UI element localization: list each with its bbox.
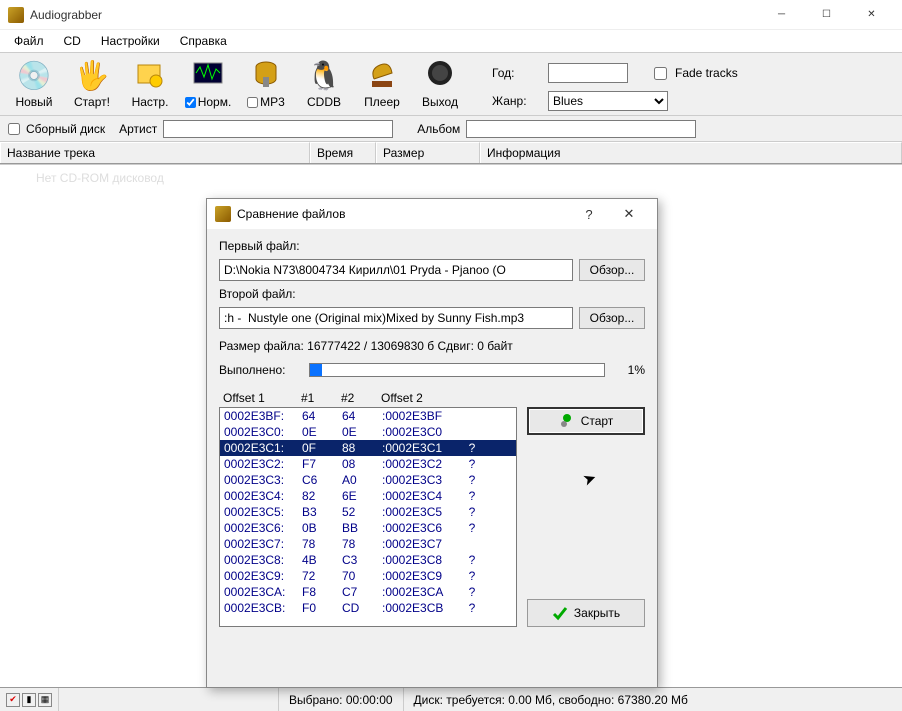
toolbar-player[interactable]: Плеер [356, 57, 408, 109]
hex-row[interactable]: 0002E3CA:F8C7:0002E3CA? [220, 584, 516, 600]
toolbar-norm-label: Норм. [198, 95, 232, 109]
hex-row[interactable]: 0002E3C2:F708:0002E3C2? [220, 456, 516, 472]
status-bar: ✔ ▮ ▦ Выбрано: 00:00:00 Диск: требуется:… [0, 687, 902, 711]
status-icon-3[interactable]: ▦ [38, 693, 52, 707]
artist-input[interactable] [163, 120, 393, 138]
compress-icon [248, 57, 284, 93]
fade-checkbox[interactable] [654, 67, 667, 80]
genre-select[interactable]: Blues [548, 91, 668, 111]
gear-icon [132, 57, 168, 93]
dialog-app-icon [215, 206, 231, 222]
window-title: Audiograbber [30, 8, 102, 22]
hex-row[interactable]: 0002E3C5:B352:0002E3C5? [220, 504, 516, 520]
fade-label: Fade tracks [675, 66, 738, 80]
toolbar-cddb-label: CDDB [307, 95, 341, 109]
dialog-titlebar[interactable]: Сравнение файлов ? ✕ [207, 199, 657, 229]
dialog-title: Сравнение файлов [237, 207, 345, 221]
status-disk: Диск: требуется: 0.00 Мб, свободно: 6738… [403, 688, 902, 711]
hex-row[interactable]: 0002E3C6:0BBB:0002E3C6? [220, 520, 516, 536]
no-cdrom-message: Нет CD-ROM дисковод [6, 167, 896, 189]
filter-row: Сборный диск Артист Альбом [0, 116, 902, 142]
dialog-close-button[interactable]: ✕ [609, 206, 649, 222]
gramophone-icon [364, 57, 400, 93]
exit-icon [422, 57, 458, 93]
toolbar-settings-label: Настр. [132, 95, 169, 109]
column-size[interactable]: Размер [376, 142, 480, 163]
hex-row[interactable]: 0002E3C4:826E:0002E3C4? [220, 488, 516, 504]
grab-icon: 🖐️ [74, 57, 110, 93]
toolbar-new[interactable]: 💿 Новый [8, 57, 60, 109]
maximize-button[interactable]: ☐ [804, 0, 849, 30]
hex-row[interactable]: 0002E3C1:0F88:0002E3C1? [220, 440, 516, 456]
hex-header: Offset 1 #1 #2 Offset 2 [219, 389, 517, 407]
hex-compare-list[interactable]: 0002E3BF:6464:0002E3BF0002E3C0:0E0E:0002… [219, 407, 517, 627]
menu-bar: Файл CD Настройки Справка [0, 30, 902, 52]
genre-label: Жанр: [492, 94, 540, 108]
status-icon-1[interactable]: ✔ [6, 693, 20, 707]
toolbar-mp3[interactable]: MP3 [240, 57, 292, 109]
file1-input[interactable] [219, 259, 573, 281]
toolbar-extras: Год: Fade tracks Жанр: Blues [492, 57, 738, 111]
progress-label: Выполнено: [219, 363, 299, 377]
start-icon [559, 413, 575, 429]
toolbar-new-label: Новый [15, 95, 52, 109]
menu-cd[interactable]: CD [54, 32, 91, 50]
compare-close-button[interactable]: Закрыть [527, 599, 645, 627]
toolbar-norm[interactable]: Норм. [182, 57, 234, 109]
file2-label: Второй файл: [219, 287, 645, 301]
hex-row[interactable]: 0002E3C3:C6A0:0002E3C3? [220, 472, 516, 488]
hex-row[interactable]: 0002E3C0:0E0E:0002E3C0 [220, 424, 516, 440]
file2-input[interactable] [219, 307, 573, 329]
penguin-icon: 🐧 [306, 57, 342, 93]
minimize-button[interactable]: ─ [759, 0, 804, 30]
app-icon [8, 7, 24, 23]
toolbar-settings[interactable]: Настр. [124, 57, 176, 109]
compilation-label: Сборный диск [26, 122, 105, 136]
hex-row[interactable]: 0002E3C7:7878:0002E3C7 [220, 536, 516, 552]
size-info: Размер файла: 16777422 / 13069830 б Сдви… [219, 335, 645, 357]
file2-browse-button[interactable]: Обзор... [579, 307, 645, 329]
album-input[interactable] [466, 120, 696, 138]
dialog-help-button[interactable]: ? [569, 207, 609, 222]
hex-row[interactable]: 0002E3BF:6464:0002E3BF [220, 408, 516, 424]
checkmark-icon [552, 605, 568, 621]
menu-settings[interactable]: Настройки [91, 32, 170, 50]
column-info[interactable]: Информация [480, 142, 902, 163]
album-label: Альбом [417, 122, 460, 136]
toolbar-cddb[interactable]: 🐧 CDDB [298, 57, 350, 109]
waveform-icon [190, 57, 226, 93]
status-selected: Выбрано: 00:00:00 [278, 688, 403, 711]
toolbar-start-label: Старт! [74, 95, 110, 109]
status-icon-2[interactable]: ▮ [22, 693, 36, 707]
window-titlebar: Audiograbber ─ ☐ ✕ [0, 0, 902, 30]
progress-percent: 1% [615, 363, 645, 377]
compare-start-button[interactable]: Старт [527, 407, 645, 435]
menu-file[interactable]: Файл [4, 32, 54, 50]
year-label: Год: [492, 66, 540, 80]
year-input[interactable] [548, 63, 628, 83]
toolbar-player-label: Плеер [364, 95, 400, 109]
mp3-checkbox[interactable] [247, 97, 258, 108]
menu-help[interactable]: Справка [170, 32, 237, 50]
track-list-header: Название трека Время Размер Информация [0, 142, 902, 164]
cd-icon: 💿 [16, 57, 52, 93]
toolbar-start[interactable]: 🖐️ Старт! [66, 57, 118, 109]
compilation-checkbox[interactable] [8, 123, 20, 135]
toolbar-mp3-label: MP3 [260, 95, 285, 109]
toolbar: 💿 Новый 🖐️ Старт! Настр. Норм. MP3 🐧 CDD… [0, 52, 902, 116]
hex-row[interactable]: 0002E3C9:7270:0002E3C9? [220, 568, 516, 584]
toolbar-exit[interactable]: Выход [414, 57, 466, 109]
hex-row[interactable]: 0002E3CB:F0CD:0002E3CB? [220, 600, 516, 616]
hex-row[interactable]: 0002E3C8:4BC3:0002E3C8? [220, 552, 516, 568]
file1-browse-button[interactable]: Обзор... [579, 259, 645, 281]
artist-label: Артист [119, 122, 157, 136]
close-button[interactable]: ✕ [849, 0, 894, 30]
compare-files-dialog: Сравнение файлов ? ✕ Первый файл: Обзор.… [206, 198, 658, 688]
norm-checkbox[interactable] [185, 97, 196, 108]
column-name[interactable]: Название трека [0, 142, 310, 163]
progress-bar [309, 363, 605, 377]
toolbar-exit-label: Выход [422, 95, 458, 109]
column-time[interactable]: Время [310, 142, 376, 163]
file1-label: Первый файл: [219, 239, 645, 253]
